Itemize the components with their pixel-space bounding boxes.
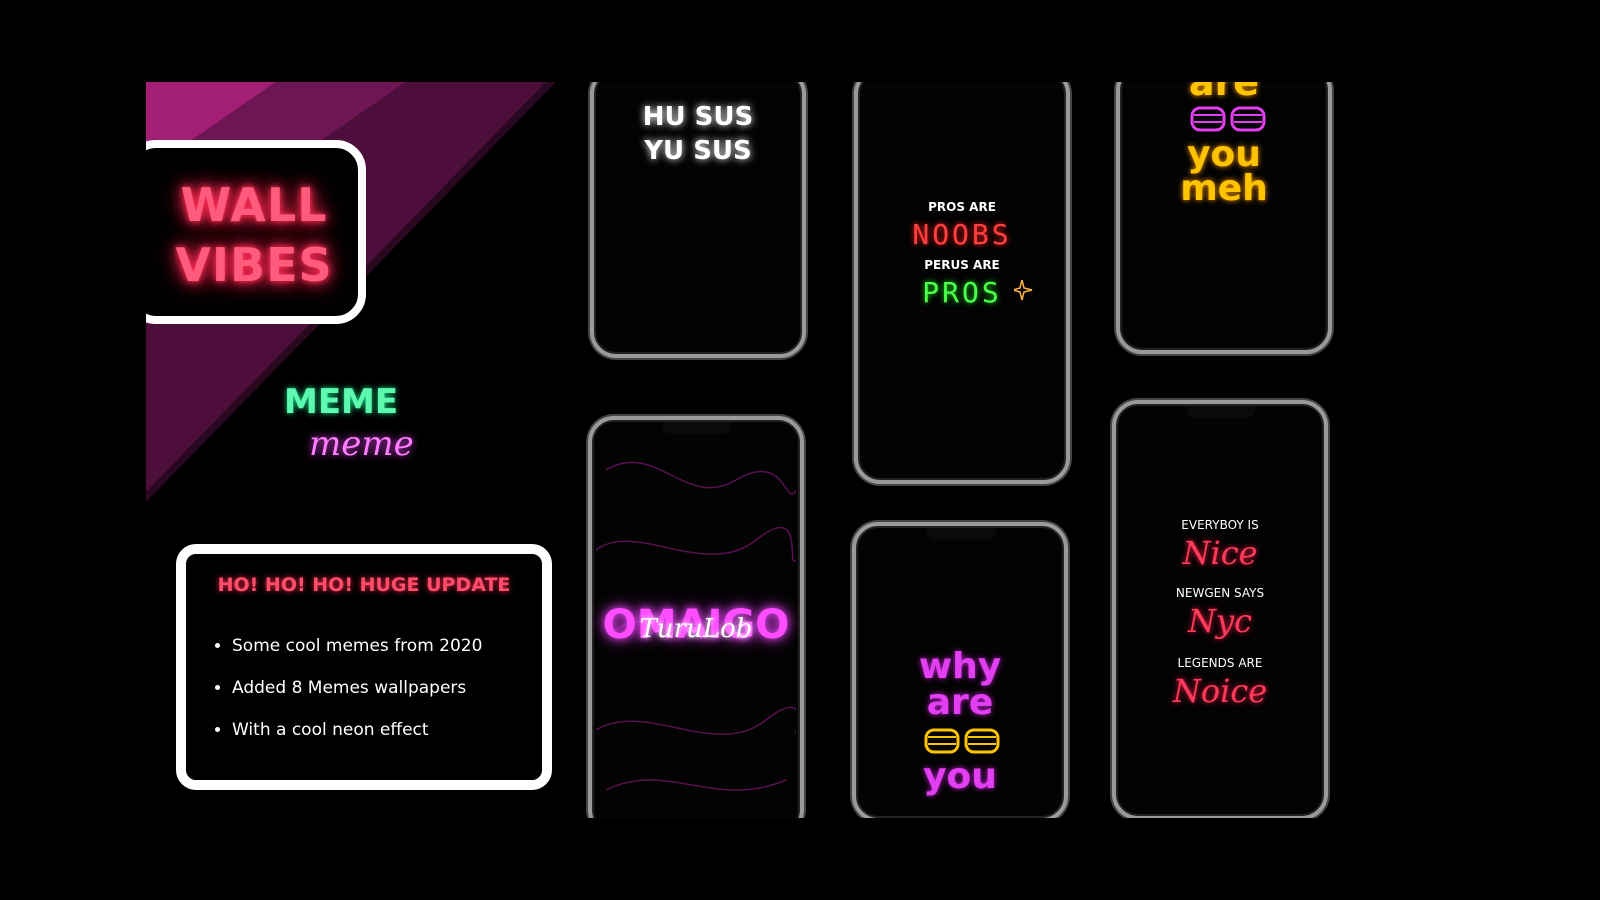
phone-text: NEWGEN SAYS bbox=[1175, 586, 1265, 600]
phone-text: TuruLob bbox=[639, 614, 753, 644]
phone-why-are-you: why are you bbox=[852, 522, 1068, 818]
update-card: HO! HO! HO! HUGE UPDATE Some cool memes … bbox=[176, 544, 552, 790]
update-item: With a cool neon effect bbox=[232, 720, 482, 740]
phone-pros-noobs: PROS ARE NOOBS PERUS ARE PROS bbox=[854, 82, 1070, 484]
phone-text: EVERYBOY IS bbox=[1181, 518, 1259, 532]
phone-text: Nice bbox=[1182, 534, 1258, 572]
brand-line-1: WALL bbox=[180, 178, 328, 232]
phone-text: YU SUS bbox=[644, 136, 752, 166]
shutter-shades-icon bbox=[1190, 106, 1266, 132]
phone-text: you bbox=[923, 756, 997, 797]
shutter-shades-icon bbox=[924, 728, 1000, 754]
phone-text: NOOBS bbox=[912, 218, 1012, 251]
phone-text: are bbox=[926, 682, 994, 723]
update-list: Some cool memes from 2020 Added 8 Memes … bbox=[214, 636, 482, 762]
phone-text: PERUS ARE bbox=[924, 258, 1000, 272]
phone-everyboy-nice: EVERYBOY IS Nice NEWGEN SAYS Nyc LEGENDS… bbox=[1112, 400, 1328, 818]
update-title: HO! HO! HO! HUGE UPDATE bbox=[217, 574, 511, 596]
phone-text: HU SUS bbox=[642, 102, 754, 132]
phone-notch bbox=[1186, 406, 1256, 418]
banner-canvas: WALL VIBES MEME meme HO! HO! HO! HUGE UP… bbox=[146, 82, 1364, 818]
phone-text: why bbox=[918, 646, 1002, 687]
brand-line-2: VIBES bbox=[175, 238, 333, 292]
sparkle-icon bbox=[1014, 279, 1033, 301]
update-item: Some cool memes from 2020 bbox=[232, 636, 482, 656]
phone-are-you-meh: are you meh bbox=[1116, 82, 1332, 354]
phone-text: are bbox=[1188, 82, 1260, 104]
update-item: Added 8 Memes wallpapers bbox=[232, 678, 482, 698]
phone-text: Noice bbox=[1172, 672, 1268, 710]
brand-logo-box: WALL VIBES bbox=[146, 140, 366, 324]
phone-text: Nyc bbox=[1188, 602, 1252, 640]
meme-heading: MEME bbox=[284, 382, 399, 422]
phone-hu-sus: HU SUS YU SUS bbox=[590, 82, 806, 358]
phone-text: meh bbox=[1180, 168, 1268, 209]
phone-omaigo: OMAIGO TuruLob bbox=[588, 416, 804, 818]
phone-notch bbox=[926, 528, 996, 540]
meme-subheading: meme bbox=[309, 424, 414, 464]
phone-text: LEGENDS ARE bbox=[1177, 656, 1263, 670]
phone-text: PROS ARE bbox=[928, 200, 996, 214]
